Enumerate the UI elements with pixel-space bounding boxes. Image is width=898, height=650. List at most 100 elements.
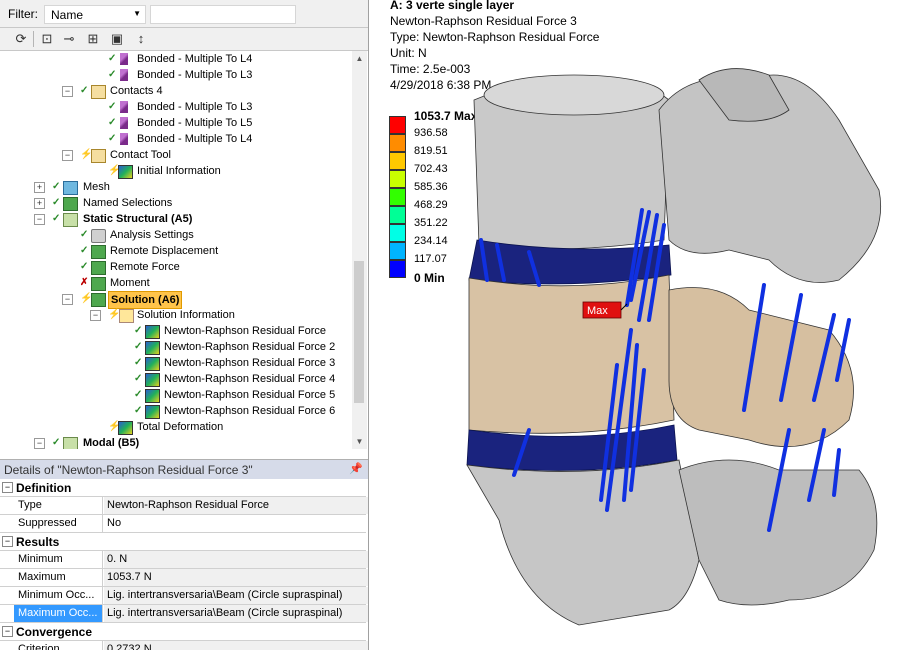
tree-item-contact-tool[interactable]: − ⚡ Contact Tool bbox=[0, 147, 352, 163]
group-results[interactable]: − Results bbox=[0, 533, 366, 551]
collapse-toggle-icon[interactable]: − bbox=[2, 626, 13, 637]
tree-item-mesh[interactable]: + ✓ Mesh bbox=[0, 179, 352, 195]
bonded-icon bbox=[120, 53, 128, 65]
property-row-criterion[interactable]: Criterion 0.2732 N bbox=[0, 641, 368, 650]
property-row-minimum[interactable]: Minimum 0. N bbox=[0, 551, 368, 569]
mesh-icon bbox=[63, 181, 78, 195]
tree-item-nr-force-5[interactable]: ✓ Newton-Raphson Residual Force 5 bbox=[0, 387, 352, 403]
collapse-icon[interactable]: ⊸ bbox=[60, 30, 78, 47]
tree-item-label: Mesh bbox=[83, 181, 110, 193]
collapse-toggle-icon[interactable]: − bbox=[62, 86, 73, 97]
property-value[interactable]: Newton-Raphson Residual Force bbox=[104, 497, 368, 514]
tree-item-initial-information[interactable]: ⚡ Initial Information bbox=[0, 163, 352, 179]
property-key: Maximum bbox=[14, 569, 103, 586]
tree-item-analysis-settings[interactable]: ✓ Analysis Settings bbox=[0, 227, 352, 243]
bonded-icon bbox=[120, 117, 128, 129]
filter-type-select[interactable]: Name ▼ bbox=[44, 5, 146, 24]
check-icon: ✓ bbox=[134, 405, 143, 416]
expand-all-icon[interactable]: ⊡ bbox=[38, 30, 56, 47]
collapse-toggle-icon[interactable]: − bbox=[2, 482, 13, 493]
tree-item-label: Moment bbox=[110, 277, 150, 289]
expand-toggle-icon[interactable]: + bbox=[34, 182, 45, 193]
tree-item-nr-force-6[interactable]: ✓ Newton-Raphson Residual Force 6 bbox=[0, 403, 352, 419]
tree-item-nr-force-3[interactable]: ✓ Newton-Raphson Residual Force 3 bbox=[0, 355, 352, 371]
property-key: Type bbox=[14, 497, 103, 514]
check-icon: ✓ bbox=[52, 181, 61, 192]
contact-tool-icon bbox=[91, 149, 106, 163]
scroll-up-icon[interactable]: ▲ bbox=[352, 51, 367, 66]
lightning-icon: ⚡ bbox=[80, 149, 93, 160]
group-convergence[interactable]: − Convergence bbox=[0, 623, 366, 641]
pin-icon[interactable]: 📌 bbox=[349, 462, 363, 475]
tree-item-label: Newton-Raphson Residual Force 3 bbox=[164, 357, 336, 369]
group-definition[interactable]: − Definition bbox=[0, 479, 366, 497]
scrollbar-thumb[interactable] bbox=[354, 261, 364, 403]
tree-item-remote-force[interactable]: ✓ Remote Force bbox=[0, 259, 352, 275]
spine-model-render[interactable]: Max bbox=[369, 0, 898, 650]
tree-item-static-structural[interactable]: − ✓ Static Structural (A5) bbox=[0, 211, 352, 227]
collapse-toggle-icon[interactable]: − bbox=[62, 150, 73, 161]
collapse-toggle-icon[interactable]: − bbox=[62, 294, 73, 305]
graphics-viewport[interactable]: A: 3 verte single layer Newton-Raphson R… bbox=[369, 0, 898, 650]
tree-item-bonded-l5[interactable]: ✓ Bonded - Multiple To L5 bbox=[0, 115, 352, 131]
lightning-icon: ⚡ bbox=[80, 293, 93, 304]
outline-panel: Filter: Name ▼ ⟳ ⊡ ⊸ ⊞ ▣ ↕ ✓ Bonded - Mu… bbox=[0, 0, 369, 650]
sort-az-icon[interactable]: ↕ bbox=[132, 30, 150, 47]
outline-toolbar: ⟳ ⊡ ⊸ ⊞ ▣ ↕ bbox=[0, 28, 368, 51]
tree-item-nr-force[interactable]: ✓ Newton-Raphson Residual Force bbox=[0, 323, 352, 339]
tree-item-label: Bonded - Multiple To L5 bbox=[137, 117, 253, 129]
tree-item-label: Newton-Raphson Residual Force 5 bbox=[164, 389, 336, 401]
tree-item-remote-displacement[interactable]: ✓ Remote Displacement bbox=[0, 243, 352, 259]
tree-item-nr-force-4[interactable]: ✓ Newton-Raphson Residual Force 4 bbox=[0, 371, 352, 387]
result-icon bbox=[145, 341, 160, 355]
tree-item-label: Static Structural (A5) bbox=[83, 213, 193, 225]
property-row-type[interactable]: Type Newton-Raphson Residual Force bbox=[0, 497, 368, 515]
check-icon: ✓ bbox=[80, 85, 89, 96]
tree-item-contacts-4[interactable]: − ✓ Contacts 4 bbox=[0, 83, 352, 99]
details-grid: − Definition Type Newton-Raphson Residua… bbox=[0, 479, 368, 650]
folder-icon[interactable]: ▣ bbox=[108, 30, 126, 47]
tree-item-named-selections[interactable]: + ✓ Named Selections bbox=[0, 195, 352, 211]
property-value: Lig. intertransversaria\Beam (Circle sup… bbox=[104, 605, 368, 622]
outline-tree: ✓ Bonded - Multiple To L4 ✓ Bonded - Mul… bbox=[0, 51, 352, 449]
expand-toggle-icon[interactable]: + bbox=[34, 198, 45, 209]
collapse-toggle-icon[interactable]: − bbox=[34, 438, 45, 449]
refresh-icon[interactable]: ⟳ bbox=[12, 30, 30, 47]
property-row-maximum-occurs-on[interactable]: Maximum Occ... Lig. intertransversaria\B… bbox=[0, 605, 368, 623]
tree-item-bonded-l4[interactable]: ✓ Bonded - Multiple To L4 bbox=[0, 51, 352, 67]
lightning-icon: ⚡ bbox=[108, 165, 121, 176]
bonded-icon bbox=[120, 69, 128, 81]
filter-text-input[interactable] bbox=[150, 5, 296, 24]
check-icon: ✓ bbox=[134, 325, 143, 336]
tree-item-bonded-l4[interactable]: ✓ Bonded - Multiple To L4 bbox=[0, 131, 352, 147]
scroll-down-icon[interactable]: ▼ bbox=[352, 434, 367, 449]
analysis-icon bbox=[63, 213, 78, 227]
tree-item-label: Contacts 4 bbox=[110, 85, 163, 97]
result-icon bbox=[145, 389, 160, 403]
tree-item-bonded-l3[interactable]: ✓ Bonded - Multiple To L3 bbox=[0, 99, 352, 115]
collapse-toggle-icon[interactable]: − bbox=[34, 214, 45, 225]
tree-item-modal[interactable]: − ✓ Modal (B5) bbox=[0, 435, 352, 449]
remote-displacement-icon bbox=[91, 245, 106, 259]
collapse-toggle-icon[interactable]: − bbox=[90, 310, 101, 321]
check-icon: ✓ bbox=[52, 213, 61, 224]
tree-item-total-deformation[interactable]: ⚡ Total Deformation bbox=[0, 419, 352, 435]
property-value: 0.2732 N bbox=[104, 641, 368, 650]
result-icon bbox=[145, 357, 160, 371]
tree-scrollbar[interactable]: ▲ ▼ bbox=[352, 51, 367, 449]
tree-item-solution-information[interactable]: − ⚡ Solution Information bbox=[0, 307, 352, 323]
tree-item-moment[interactable]: ✗ Moment bbox=[0, 275, 352, 291]
tree-item-nr-force-2[interactable]: ✓ Newton-Raphson Residual Force 2 bbox=[0, 339, 352, 355]
tree-item-label: Newton-Raphson Residual Force 6 bbox=[164, 405, 336, 417]
moment-icon bbox=[91, 277, 106, 291]
add-icon[interactable]: ⊞ bbox=[84, 30, 102, 47]
collapse-toggle-icon[interactable]: − bbox=[2, 536, 13, 547]
property-row-minimum-occurs-on[interactable]: Minimum Occ... Lig. intertransversaria\B… bbox=[0, 587, 368, 605]
tree-item-label: Named Selections bbox=[83, 197, 173, 209]
tree-item-bonded-l3[interactable]: ✓ Bonded - Multiple To L3 bbox=[0, 67, 352, 83]
property-row-maximum[interactable]: Maximum 1053.7 N bbox=[0, 569, 368, 587]
tree-item-solution[interactable]: − ⚡ Solution (A6) bbox=[0, 291, 352, 309]
tree-item-label: Bonded - Multiple To L4 bbox=[137, 133, 253, 145]
property-value[interactable]: No bbox=[104, 515, 368, 532]
property-row-suppressed[interactable]: Suppressed No bbox=[0, 515, 366, 533]
